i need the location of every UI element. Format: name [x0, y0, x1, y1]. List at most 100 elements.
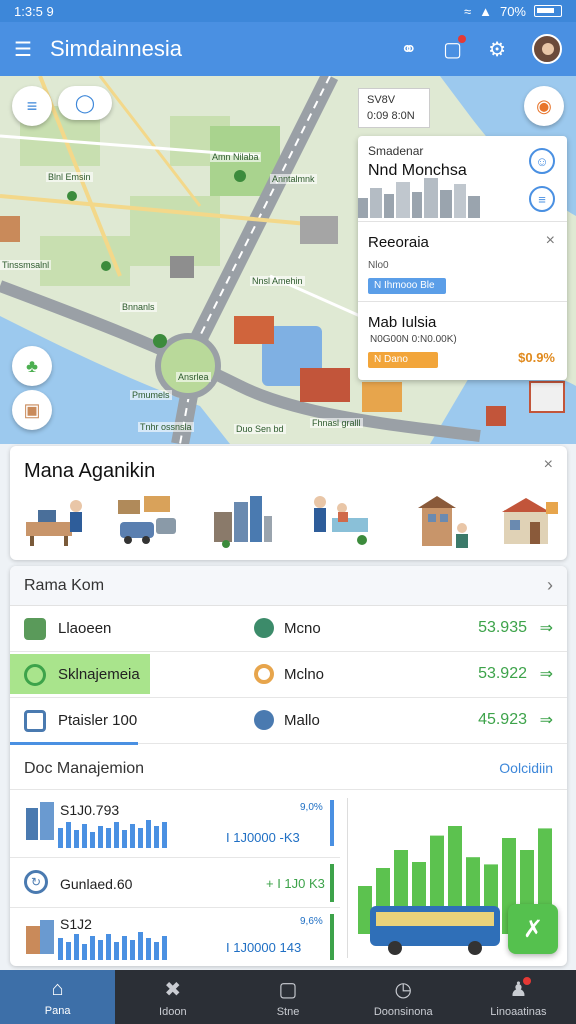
city-map[interactable]: Amn Nilaba Blnl Emsin Bnnanls Nnsl Amehi…: [0, 76, 576, 444]
tab-tools[interactable]: ✖ Idoon: [115, 970, 230, 1024]
map-label: Bnnanls: [120, 302, 157, 312]
side-card-overview[interactable]: Smadenar Nnd Monchsa ☺ ≡: [358, 136, 567, 222]
map-side-card: Smadenar Nnd Monchsa ☺ ≡ Reeoraia × Nlo0…: [358, 136, 567, 380]
doc-title: Doc Manajemion: [24, 760, 145, 777]
overview-label: Smadenar: [368, 144, 424, 158]
map-label: Ansrlea: [176, 372, 211, 382]
stat-sub-value: I 1J0000 -K3: [226, 830, 300, 845]
side-card-resource[interactable]: Reeoraia × Nlo0 N Ihmooo Ble: [358, 222, 567, 302]
pin-button[interactable]: ◉: [524, 86, 564, 126]
tab-home[interactable]: ⌂ Pana: [0, 970, 116, 1024]
stats-list: Rama Kom › Llaoeen Mcno 53.935 ⇒ Sklnaje…: [10, 566, 567, 966]
stat-row[interactable]: S1J2 9,6% I 1J0000 143: [10, 908, 340, 966]
wifi-icon: ≈: [463, 3, 472, 19]
doc-header[interactable]: Doc Manajemion Oolcidiin: [10, 746, 567, 790]
tools-icon: ✗: [522, 915, 544, 943]
map-label: Nnsl Amehin: [250, 276, 305, 286]
vehicles-icon[interactable]: [116, 492, 178, 550]
compass-icon[interactable]: ⚭: [400, 37, 417, 62]
chevron-right-icon[interactable]: ›: [547, 575, 553, 596]
list-row[interactable]: Sklnajemeia Mclno 53.922 ⇒: [10, 652, 567, 698]
map-info-tag: SV8V 0:09 8:0N: [358, 88, 430, 128]
status-bar: 1:3:5 9 ≈ ▲ 70%: [0, 0, 576, 22]
stat-sub-value: + I 1J0 K3: [266, 876, 325, 891]
stat-amount: Gunlaed.60: [60, 876, 133, 892]
tools-icon: ✖: [164, 978, 182, 1001]
buildings-icon[interactable]: [212, 492, 274, 550]
status-time: 1:3:5 9: [14, 3, 54, 19]
locate-icon: ◯: [74, 92, 96, 113]
menu-icon[interactable]: ☰: [14, 37, 32, 62]
map-info-line2: 0:09 8:0N: [367, 110, 415, 122]
locate-button[interactable]: ◯: [58, 86, 112, 120]
building-icon: ▣: [23, 399, 41, 420]
tab-label: Doonsinona: [373, 1005, 433, 1018]
stat-bar: [330, 914, 334, 960]
row-left-label: Llaoeen: [58, 620, 112, 637]
row-value: 53.935: [478, 619, 527, 636]
side-card-mobility[interactable]: Mab Iulsia N0G00N 0:N0.00K) N Dano $0.9%: [358, 302, 567, 380]
map-label: Fhnasl gralll: [310, 418, 363, 428]
map-label: Blnl Emsin: [46, 172, 93, 182]
battery-icon: [534, 5, 562, 17]
app-title: Simdainnesia: [49, 36, 183, 61]
refresh-icon: ↻: [24, 870, 48, 894]
office-desk-icon[interactable]: [24, 492, 86, 550]
park-icon: [24, 618, 46, 640]
signal-icon: ▲: [479, 3, 492, 19]
bus-icon: [370, 906, 500, 955]
building-button[interactable]: ▣: [12, 390, 52, 430]
mobility-detail: N0G00N 0:N0.00K): [370, 334, 457, 345]
stat-amount: S1J0.793: [60, 802, 120, 818]
settings-icon[interactable]: ⚙: [488, 37, 506, 62]
map-label: Anntalmnk: [270, 174, 317, 184]
row-left-label: Ptaisler 100: [58, 712, 138, 729]
avatar[interactable]: [532, 34, 562, 64]
divider: [347, 798, 348, 958]
close-icon[interactable]: ×: [544, 456, 553, 474]
list-header-title: Rama Kom: [24, 577, 105, 594]
list-header[interactable]: Rama Kom ›: [10, 566, 567, 606]
workers-icon[interactable]: [308, 492, 370, 550]
circle-icon: [24, 664, 46, 686]
list-row[interactable]: Llaoeen Mcno 53.935 ⇒: [10, 606, 567, 652]
resource-title: Reeoraia: [368, 234, 429, 251]
shop-icon[interactable]: [500, 492, 562, 550]
arrow-right-icon[interactable]: ⇒: [540, 710, 553, 730]
screen-icon: [24, 710, 46, 732]
people-icon[interactable]: ☺: [529, 148, 555, 174]
battery-percent: 70%: [499, 3, 526, 19]
resource-pill: N Ihmooo Ble: [368, 278, 446, 294]
panel-title: Mana Aganikin: [24, 460, 156, 482]
map-label: Tinssmsalnl: [0, 260, 52, 270]
map-label: Pmumels: [130, 390, 172, 400]
bottom-nav: ⌂ Pana ✖ Idoon ▢ Stne ◷ Doonsinona ♟ Lin…: [0, 970, 576, 1024]
stat-row[interactable]: ↻ Gunlaed.60 + I 1J0 K3: [10, 858, 340, 908]
house-icon: [26, 920, 54, 954]
tree-button[interactable]: ♣: [12, 346, 52, 386]
tab-profile[interactable]: ♟ Linoaatinas: [461, 970, 576, 1024]
notification-icon[interactable]: ▢: [443, 34, 467, 62]
row-value: 45.923: [478, 711, 527, 728]
filter-icon[interactable]: ≡: [529, 186, 555, 212]
list-row[interactable]: Ptaisler 100 Mallo 45.923 ⇒: [10, 698, 567, 745]
tab-square[interactable]: ▢ Stne: [230, 970, 345, 1024]
tab-history[interactable]: ◷ Doonsinona: [346, 970, 461, 1024]
close-icon[interactable]: ×: [546, 232, 555, 250]
layers-button[interactable]: ≡: [12, 86, 52, 126]
arrow-right-icon[interactable]: ⇒: [540, 664, 553, 684]
management-panel: Mana Aganikin ×: [10, 446, 567, 560]
clock-icon: ◷: [394, 978, 412, 1001]
tools-fab-button[interactable]: ✗: [508, 904, 558, 954]
stat-top-value: 9,6%: [300, 916, 323, 927]
arrow-right-icon[interactable]: ⇒: [540, 618, 553, 638]
row-right-label: Mclno: [284, 666, 325, 683]
stat-row[interactable]: S1J0.793 9,0% I 1J0000 -K3: [10, 790, 340, 858]
building-icon: [26, 802, 54, 840]
tree-icon: [254, 618, 274, 638]
chart-bar: [358, 886, 372, 934]
mini-bar-chart: [58, 820, 167, 848]
house-icon[interactable]: [414, 492, 476, 550]
doc-link[interactable]: Oolcidiin: [499, 760, 553, 776]
mobility-percent: $0.9%: [518, 350, 555, 365]
